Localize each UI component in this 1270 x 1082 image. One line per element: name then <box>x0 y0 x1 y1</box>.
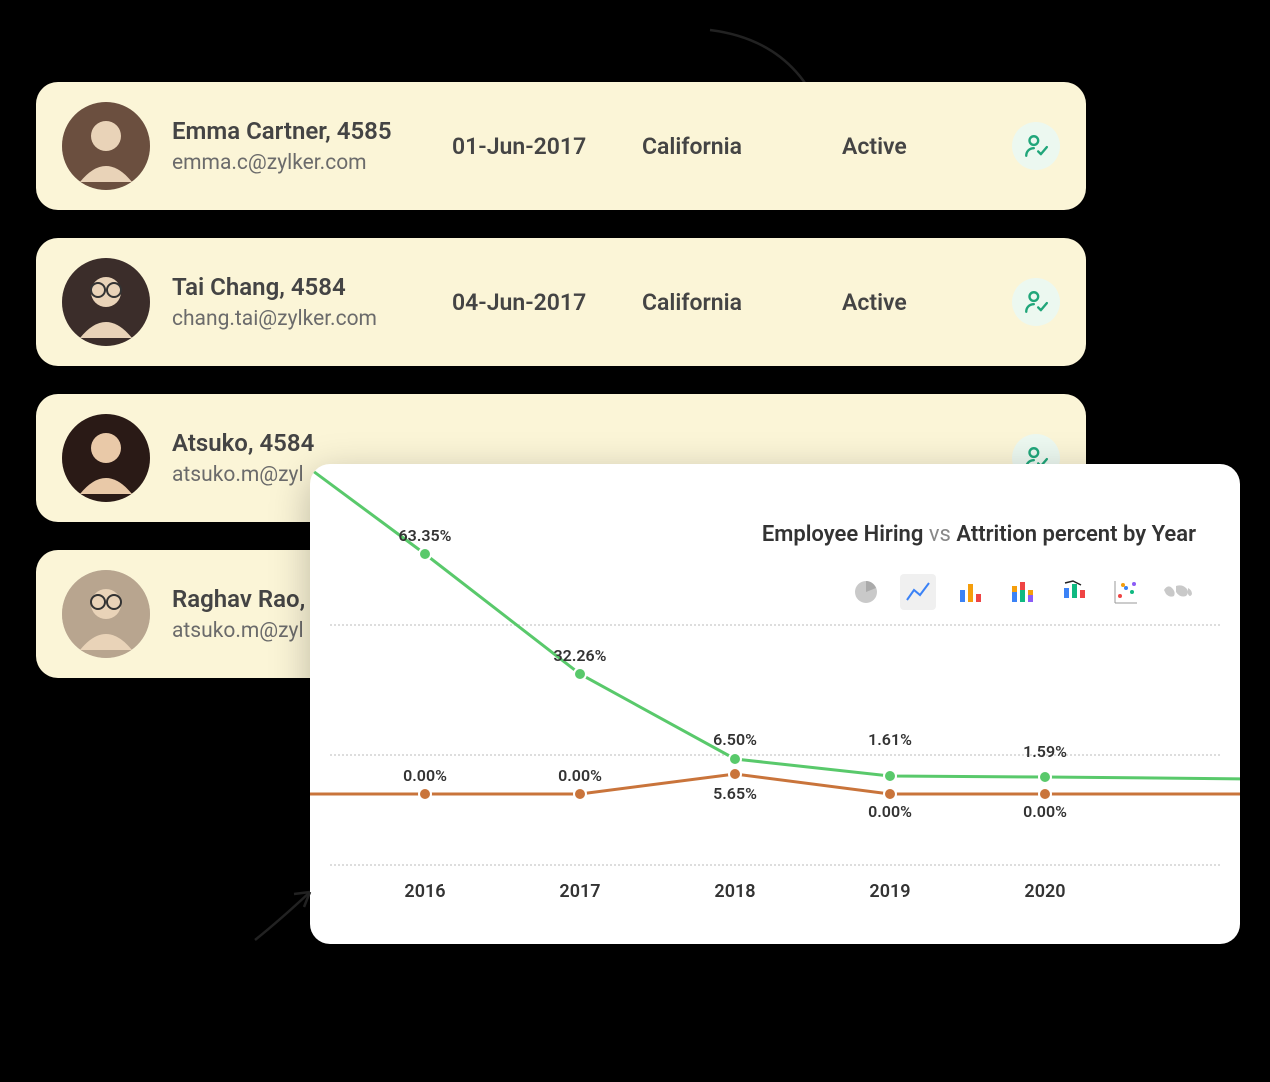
data-label: 5.65% <box>713 784 757 803</box>
data-label: 0.00% <box>1023 802 1067 821</box>
chart-panel: Employee Hiring vs Attrition percent by … <box>310 464 1240 944</box>
employee-location: California <box>642 289 842 316</box>
avatar <box>62 102 150 190</box>
employee-status: Active <box>842 133 962 160</box>
avatar <box>62 570 150 658</box>
employee-card[interactable]: Emma Cartner, 4585 emma.c@zylker.com 01-… <box>36 82 1086 210</box>
avatar <box>62 258 150 346</box>
data-label: 0.00% <box>558 766 602 785</box>
data-label: 6.50% <box>713 730 757 749</box>
employee-name: Atsuko, 4584 <box>172 429 452 457</box>
employee-name: Tai Chang, 4584 <box>172 273 452 301</box>
data-label: 0.00% <box>868 802 912 821</box>
x-tick: 2020 <box>1015 881 1075 902</box>
employee-card[interactable]: Tai Chang, 4584 chang.tai@zylker.com 04-… <box>36 238 1086 366</box>
employee-name: Emma Cartner, 4585 <box>172 117 452 145</box>
avatar <box>62 414 150 502</box>
user-check-button[interactable] <box>1012 278 1060 326</box>
data-label: 63.35% <box>399 526 452 545</box>
employee-date: 01-Jun-2017 <box>452 133 642 160</box>
data-label: 1.61% <box>868 730 912 749</box>
employee-email: chang.tai@zylker.com <box>172 307 452 331</box>
x-tick: 2016 <box>395 881 455 902</box>
employee-location: California <box>642 133 842 160</box>
employee-date: 04-Jun-2017 <box>452 289 642 316</box>
data-label: 1.59% <box>1023 742 1067 761</box>
user-check-icon <box>1023 133 1049 159</box>
user-check-button[interactable] <box>1012 122 1060 170</box>
user-check-icon <box>1023 289 1049 315</box>
x-tick: 2019 <box>860 881 920 902</box>
employee-status: Active <box>842 289 962 316</box>
data-label: 32.26% <box>554 646 607 665</box>
x-tick: 2018 <box>705 881 765 902</box>
data-label: 0.00% <box>403 766 447 785</box>
x-tick: 2017 <box>550 881 610 902</box>
employee-email: emma.c@zylker.com <box>172 151 452 175</box>
